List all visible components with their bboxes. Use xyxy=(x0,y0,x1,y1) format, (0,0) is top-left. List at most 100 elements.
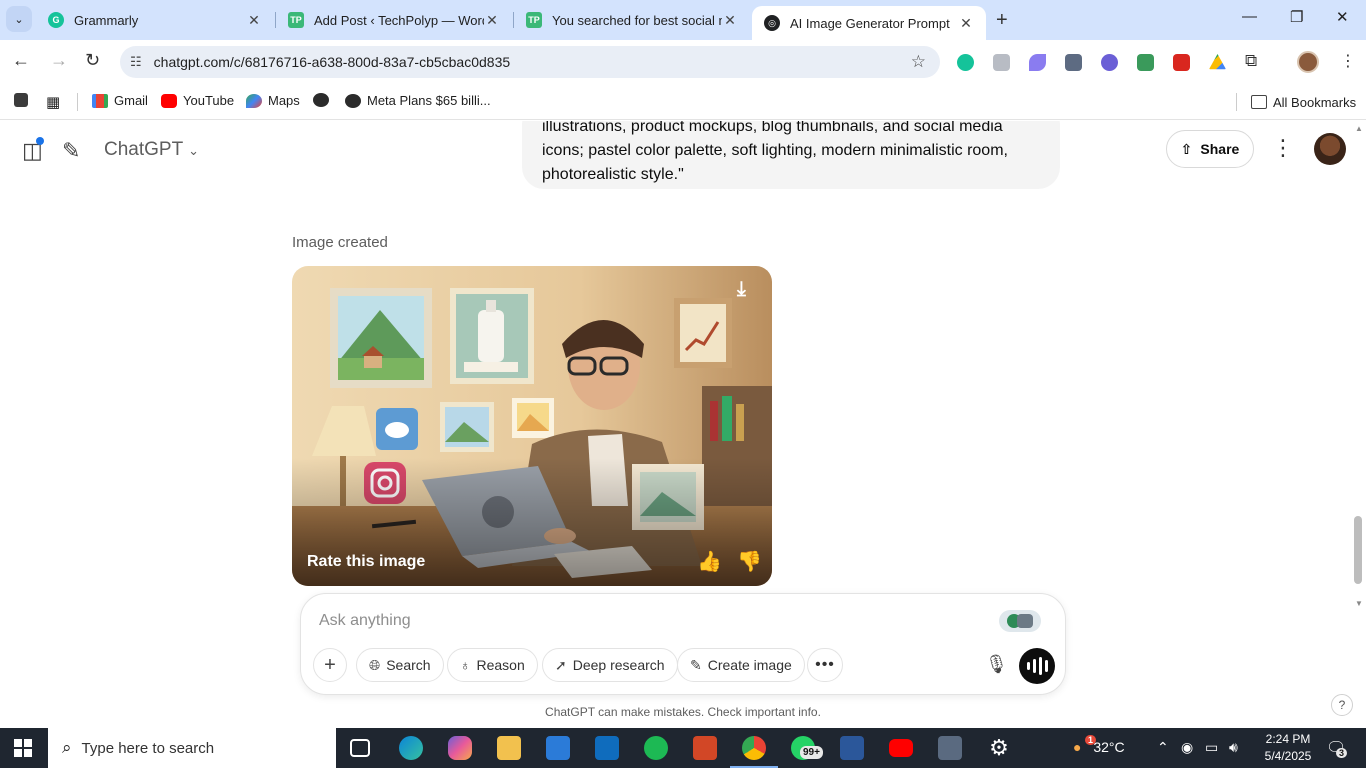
gmail-icon xyxy=(92,93,108,108)
extension-icon[interactable] xyxy=(993,54,1010,71)
bookmark-maps[interactable]: Maps xyxy=(246,93,300,108)
extension-icon[interactable] xyxy=(1101,54,1118,71)
location-icon[interactable]: ◉ xyxy=(1181,739,1193,756)
new-chat-icon[interactable]: ✎ xyxy=(62,138,80,164)
close-tab-icon[interactable]: ✕ xyxy=(722,12,738,29)
calculator-icon[interactable] xyxy=(938,736,962,760)
tab-search-button[interactable]: ⌄ xyxy=(6,6,32,32)
profile-avatar[interactable] xyxy=(1297,51,1319,73)
deep-research-button[interactable]: ➚ Deep research xyxy=(542,648,678,682)
copilot-icon[interactable] xyxy=(448,736,472,760)
task-view-icon[interactable] xyxy=(350,739,370,757)
thumbs-up-icon[interactable]: 👍 xyxy=(697,549,722,574)
tab-search-results[interactable]: TP You searched for best social me ✕ xyxy=(514,0,750,40)
prompt-input[interactable]: Ask anything xyxy=(319,612,411,630)
rate-image-label: Rate this image xyxy=(307,553,426,570)
thumbs-down-icon[interactable]: 👎 xyxy=(737,549,762,574)
quill-extension-icon[interactable] xyxy=(1029,54,1046,71)
bookmark-youtube[interactable]: YouTube xyxy=(161,93,234,108)
close-tab-icon[interactable]: ✕ xyxy=(246,12,262,29)
site-settings-icon[interactable]: ☷ xyxy=(130,54,142,70)
puzzle-extension-icon[interactable] xyxy=(1065,54,1082,71)
help-button[interactable]: ? xyxy=(1331,694,1353,716)
scroll-up-arrow[interactable]: ▲ xyxy=(1355,124,1363,133)
create-image-button-label: Create image xyxy=(707,657,792,673)
close-tab-icon[interactable]: ✕ xyxy=(958,15,974,32)
tab-title: AI Image Generator Prompt xyxy=(790,15,950,31)
outlook-icon[interactable] xyxy=(595,736,619,760)
voice-wave-icon xyxy=(1044,660,1048,672)
apps-grid-icon[interactable]: ▦ xyxy=(46,93,60,111)
system-clock[interactable]: 2:24 PM 5/4/2025 xyxy=(1257,731,1319,765)
address-bar[interactable]: ☷ chatgpt.com/c/68176716-a638-800d-83a7-… xyxy=(120,46,940,78)
close-window-icon[interactable]: ✕ xyxy=(1336,8,1349,26)
more-tools-button[interactable]: ••• xyxy=(807,648,843,682)
tab-groups-icon[interactable] xyxy=(14,93,34,107)
model-selector[interactable]: ChatGPT ⌄ xyxy=(104,139,199,161)
battery-icon[interactable]: ▭ xyxy=(1205,739,1218,756)
chrome-icon[interactable] xyxy=(742,736,766,760)
tab-ai-image-generator[interactable]: ◎ AI Image Generator Prompt ✕ xyxy=(752,6,986,40)
scrollbar-thumb[interactable] xyxy=(1354,516,1362,584)
settings-gear-icon[interactable]: ⚙ xyxy=(987,736,1011,760)
browser-tab-strip: ⌄ G Grammarly ✕ TP Add Post ‹ TechPolyp … xyxy=(0,0,1366,40)
maps-icon xyxy=(246,93,262,108)
create-image-button[interactable]: ✎ Create image xyxy=(677,648,805,682)
volume-icon[interactable]: 🔊︎ xyxy=(1229,739,1238,756)
user-avatar[interactable] xyxy=(1314,133,1346,165)
taskbar-search-box[interactable]: ⌕ Type here to search xyxy=(48,728,336,768)
bookmark-label: Maps xyxy=(268,93,300,108)
forward-button[interactable]: → xyxy=(50,50,68,71)
powerpoint-icon[interactable] xyxy=(693,736,717,760)
weather-widget[interactable]: ● 32°C xyxy=(1073,739,1125,755)
plus-icon: + xyxy=(324,653,336,676)
grammarly-extension-icon[interactable] xyxy=(957,54,974,71)
more-options-icon[interactable]: ⋮ xyxy=(1272,135,1294,161)
browser-menu-icon[interactable]: ⋮ xyxy=(1340,51,1356,71)
attach-button[interactable]: + xyxy=(313,648,347,682)
tab-add-post[interactable]: TP Add Post ‹ TechPolyp — WordP ✕ xyxy=(276,0,512,40)
download-icon[interactable]: ⤓ xyxy=(737,278,746,301)
bookmark-gmail[interactable]: Gmail xyxy=(92,93,148,108)
file-explorer-icon[interactable] xyxy=(497,736,521,760)
palette-icon: ✎ xyxy=(690,656,702,673)
bookmark-label: Gmail xyxy=(114,93,148,108)
tab-grammarly[interactable]: G Grammarly ✕ xyxy=(36,0,274,40)
extension-chip[interactable] xyxy=(999,610,1041,632)
all-bookmarks-label: All Bookmarks xyxy=(1273,94,1357,110)
scroll-down-arrow[interactable]: ▼ xyxy=(1355,599,1363,608)
bookmark-meta-plans[interactable]: Meta Plans $65 billi... xyxy=(345,93,491,108)
voice-mode-button[interactable] xyxy=(1019,648,1055,684)
notification-dot xyxy=(36,137,44,145)
all-bookmarks[interactable]: All Bookmarks xyxy=(1236,93,1356,111)
reload-button[interactable]: ↻ xyxy=(85,50,100,71)
reason-button[interactable]: ♁ Reason xyxy=(447,648,538,682)
youtube-app-icon[interactable] xyxy=(889,739,913,757)
minimize-icon[interactable]: — xyxy=(1242,8,1257,25)
show-hidden-icons[interactable]: ⌃ xyxy=(1157,739,1169,756)
word-icon[interactable] xyxy=(840,736,864,760)
share-button[interactable]: ⇧ Share xyxy=(1166,130,1254,168)
reason-button-label: Reason xyxy=(476,657,525,673)
globe-icon xyxy=(313,93,329,107)
google-drive-icon[interactable] xyxy=(1209,54,1226,70)
chevron-down-icon: ⌄ xyxy=(188,143,200,158)
search-icon: ⌕ xyxy=(62,738,72,757)
microphone-icon[interactable]: 🎙︎ xyxy=(985,654,1008,675)
extensions-puzzle-icon[interactable]: ⧉ xyxy=(1245,51,1257,71)
spotify-icon[interactable] xyxy=(644,736,668,760)
close-tab-icon[interactable]: ✕ xyxy=(484,12,500,29)
restore-icon[interactable]: ❐ xyxy=(1290,8,1303,26)
generated-image[interactable] xyxy=(292,266,772,586)
search-button[interactable]: 🌐︎ Search xyxy=(356,648,444,682)
bookmark-globe[interactable] xyxy=(313,93,335,107)
robot-extension-icon[interactable] xyxy=(1137,54,1154,71)
edge-icon[interactable] xyxy=(399,736,423,760)
bookmark-star-icon[interactable]: ☆ xyxy=(911,52,926,72)
bookmark-label: Meta Plans $65 billi... xyxy=(367,93,491,108)
new-tab-button[interactable]: + xyxy=(996,9,1008,32)
windows-start-icon[interactable] xyxy=(14,739,32,757)
back-button[interactable]: ← xyxy=(12,50,30,71)
acrobat-extension-icon[interactable] xyxy=(1173,54,1190,71)
microsoft-store-icon[interactable] xyxy=(546,736,570,760)
